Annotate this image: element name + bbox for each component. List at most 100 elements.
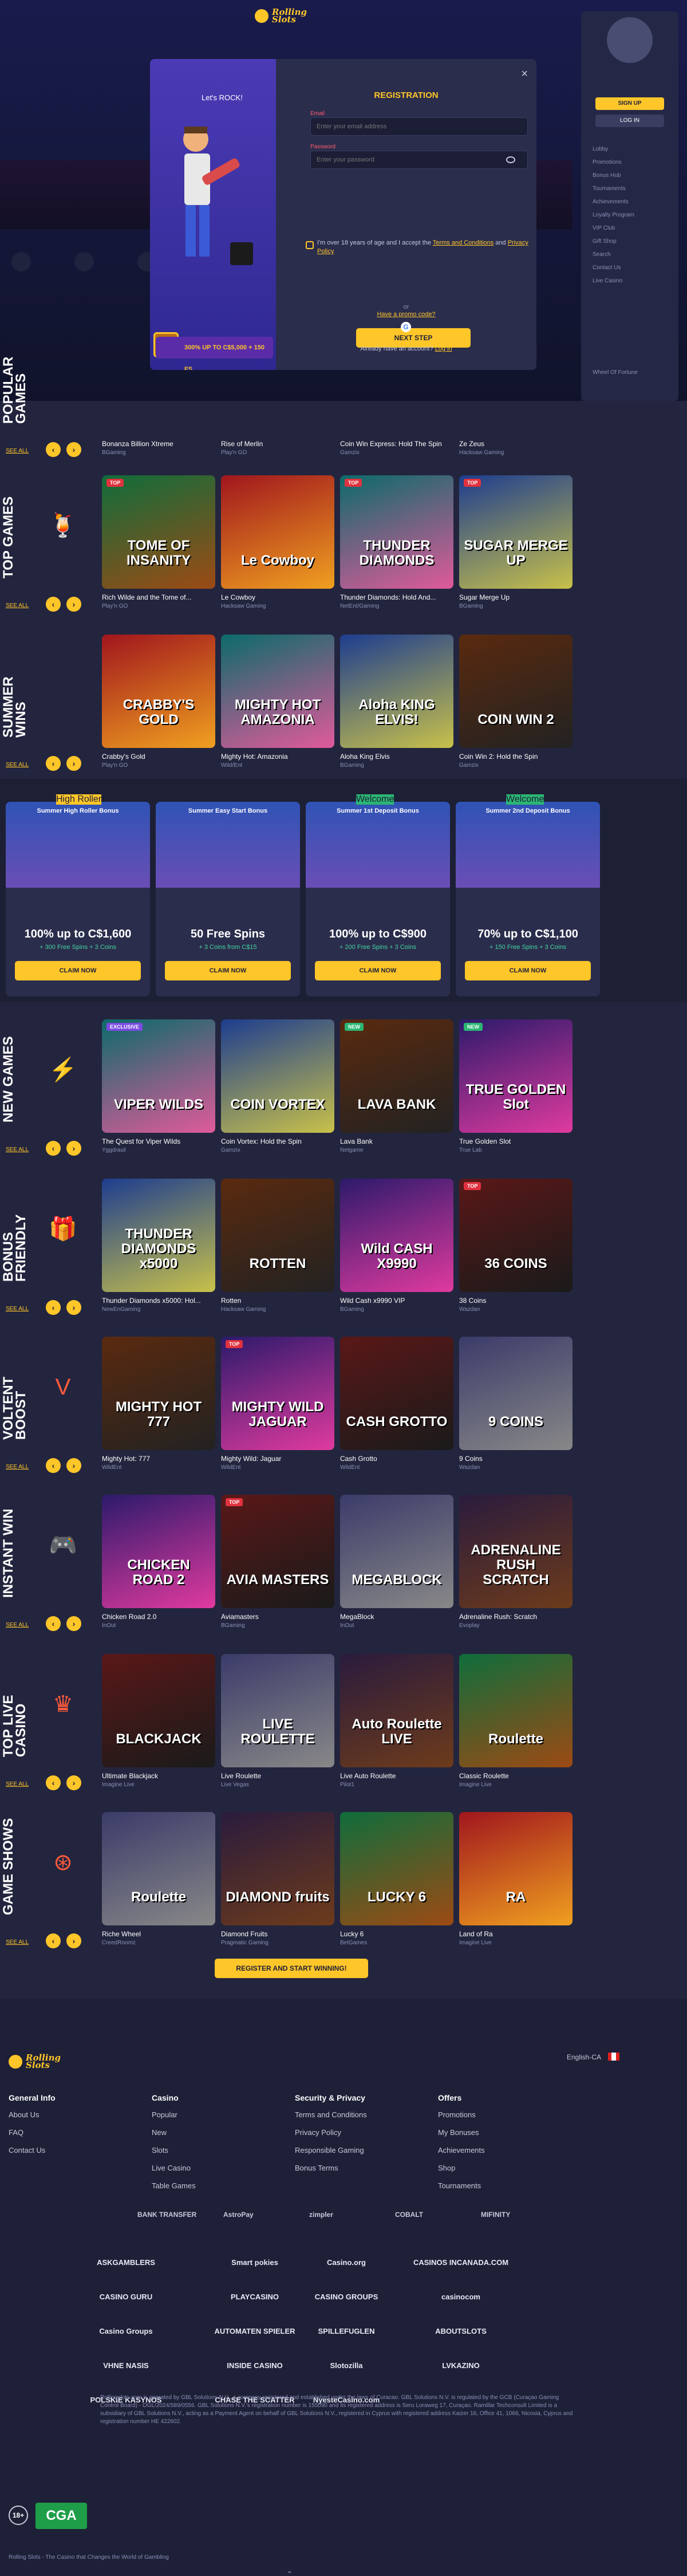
footer-link[interactable]: About Us — [9, 2110, 56, 2119]
password-field[interactable] — [310, 151, 528, 169]
game-card[interactable]: ADRENALINE RUSH SCRATCH Adrenaline Rush: … — [459, 1495, 572, 1629]
prev-arrow-icon[interactable]: ‹ — [46, 1141, 61, 1156]
footer-link[interactable]: Popular — [152, 2110, 196, 2119]
game-thumbnail[interactable]: MIGHTY HOT 777 — [102, 1337, 215, 1450]
footer-link[interactable]: Table Games — [152, 2181, 196, 2190]
register-cta-button[interactable]: REGISTER AND START WINNING! — [215, 1959, 368, 1978]
game-thumbnail[interactable]: CRABBY'S GOLD — [102, 635, 215, 748]
side-menu-item[interactable]: VIP Club — [593, 225, 615, 231]
game-card[interactable]: Aloha KING ELVIS! Aloha King Elvis BGaming — [340, 635, 453, 769]
game-card[interactable]: Le Cowboy Le Cowboy Hacksaw Gaming — [221, 475, 334, 609]
game-card[interactable]: Auto Roulette LIVE Live Auto Roulette Pilo… — [340, 1654, 453, 1788]
next-arrow-icon[interactable]: › — [66, 442, 81, 457]
game-card[interactable]: TRUE GOLDEN Slot NEW True Golden Slot True … — [459, 1019, 572, 1153]
game-card[interactable]: RA Land of Ra Imagine Live — [459, 1812, 572, 1946]
game-card[interactable]: Bonanza Billion Xtreme BGaming — [102, 435, 215, 456]
game-thumbnail[interactable]: LIVE ROULETTE — [221, 1654, 334, 1767]
next-arrow-icon[interactable]: › — [66, 1933, 81, 1948]
footer-link[interactable]: Achievements — [438, 2146, 485, 2154]
game-thumbnail[interactable]: RA — [459, 1812, 572, 1925]
game-thumbnail[interactable]: ROTTEN — [221, 1179, 334, 1292]
prev-arrow-icon[interactable]: ‹ — [46, 1458, 61, 1473]
next-arrow-icon[interactable]: › — [66, 1458, 81, 1473]
game-card[interactable]: LUCKY 6 Lucky 6 BetGames — [340, 1812, 453, 1946]
brand-logo[interactable]: Rolling Slots — [255, 5, 321, 27]
footer-link[interactable]: Privacy Policy — [295, 2128, 367, 2137]
game-thumbnail[interactable]: 9 COINS — [459, 1337, 572, 1450]
game-card[interactable]: Coin Win Express: Hold The Spin Gamzix — [340, 435, 453, 456]
show-password-icon[interactable] — [506, 156, 515, 163]
game-card[interactable]: THUNDER DIAMONDS TOP Thunder Diamonds: Hol… — [340, 475, 453, 609]
footer-logo[interactable]: Rolling Slots — [9, 2050, 74, 2073]
game-card[interactable]: CRABBY'S GOLD Crabby's Gold Play'n GO — [102, 635, 215, 769]
see-all-link[interactable]: SEE ALL — [6, 762, 29, 768]
claim-now-button[interactable]: CLAIM NOW — [465, 961, 591, 980]
game-thumbnail[interactable]: TOME OF INSANITY TOP — [102, 475, 215, 589]
promo-card[interactable]: Summer 1st Deposit Bonus 100% up to C$900… — [306, 802, 450, 996]
game-thumbnail[interactable]: MIGHTY HOT AMAZONIA — [221, 635, 334, 748]
game-thumbnail[interactable]: Auto Roulette LIVE — [340, 1654, 453, 1767]
game-thumbnail[interactable]: Wild CASH X9990 — [340, 1179, 453, 1292]
claim-now-button[interactable]: CLAIM NOW — [15, 961, 141, 980]
side-menu-item[interactable]: Bonus Hub — [593, 172, 621, 179]
next-arrow-icon[interactable]: › — [66, 1775, 81, 1790]
chevron-down-icon[interactable]: ⌄ — [286, 2566, 293, 2575]
see-all-link[interactable]: SEE ALL — [6, 1306, 29, 1312]
game-card[interactable]: AVIA MASTERS TOP Aviamasters BGaming — [221, 1495, 334, 1629]
see-all-link[interactable]: SEE ALL — [6, 1622, 29, 1628]
prev-arrow-icon[interactable]: ‹ — [46, 756, 61, 771]
game-card[interactable]: CASH GROTTO Cash Grotto WildEnt — [340, 1337, 453, 1471]
signup-button[interactable]: SIGN UP — [595, 97, 664, 110]
footer-link[interactable]: Shop — [438, 2164, 485, 2172]
review-partner-logo[interactable]: CASINOS INCANADA.COM — [412, 2251, 510, 2274]
game-card[interactable]: MEGABLOCK MegaBlock InOut — [340, 1495, 453, 1629]
game-thumbnail[interactable]: AVIA MASTERS TOP — [221, 1495, 334, 1608]
footer-link[interactable]: Live Casino — [152, 2164, 196, 2172]
side-menu-item[interactable]: Achievements — [593, 199, 629, 205]
game-thumbnail[interactable]: CHICKEN ROAD 2 — [102, 1495, 215, 1608]
game-card[interactable]: 36 COINS TOP 38 Coins Wazdan — [459, 1179, 572, 1313]
claim-now-button[interactable]: CLAIM NOW — [165, 961, 291, 980]
game-card[interactable]: ROTTEN Rotten Hacksaw Gaming — [221, 1179, 334, 1313]
footer-link[interactable]: Terms and Conditions — [295, 2110, 367, 2119]
see-all-link[interactable]: SEE ALL — [6, 602, 29, 609]
game-thumbnail[interactable]: SUGAR MERGE UP TOP — [459, 475, 572, 589]
see-all-link[interactable]: SEE ALL — [6, 1464, 29, 1470]
prev-arrow-icon[interactable]: ‹ — [46, 1775, 61, 1790]
side-menu-item[interactable]: Promotions — [593, 159, 622, 166]
game-thumbnail[interactable]: BLACKJACK — [102, 1654, 215, 1767]
prev-arrow-icon[interactable]: ‹ — [46, 1300, 61, 1315]
footer-link[interactable]: Tournaments — [438, 2181, 485, 2190]
footer-link[interactable]: Promotions — [438, 2110, 485, 2119]
footer-link[interactable]: Responsible Gaming — [295, 2146, 367, 2154]
game-card[interactable]: Ze Zeus Hacksaw Gaming — [459, 435, 572, 456]
game-card[interactable]: LIVE ROULETTE Live Roulette Live Vegas — [221, 1654, 334, 1788]
footer-link[interactable]: Slots — [152, 2146, 196, 2154]
game-thumbnail[interactable]: Roulette — [459, 1654, 572, 1767]
review-partner-logo[interactable]: AUTOMATEN SPIELER — [206, 2319, 303, 2342]
game-card[interactable]: TOME OF INSANITY TOP Rich Wilde and the To… — [102, 475, 215, 609]
prev-arrow-icon[interactable]: ‹ — [46, 1616, 61, 1631]
game-card[interactable]: MIGHTY HOT 777 Mighty Hot: 777 WildEnt — [102, 1337, 215, 1471]
cga-badge[interactable]: CGA — [35, 2503, 87, 2529]
game-card[interactable]: BLACKJACK Ultimate Blackjack Imagine Live — [102, 1654, 215, 1788]
see-all-link[interactable]: SEE ALL — [6, 448, 29, 454]
game-card[interactable]: THUNDER DIAMONDS x5000 Thunder Diamonds x… — [102, 1179, 215, 1313]
see-all-link[interactable]: SEE ALL — [6, 1939, 29, 1945]
side-menu-item[interactable]: Contact Us — [593, 265, 621, 271]
next-arrow-icon[interactable]: › — [66, 597, 81, 612]
close-icon[interactable]: × — [521, 68, 528, 81]
side-menu-item[interactable]: Live Casino — [593, 278, 622, 284]
footer-link[interactable]: New — [152, 2128, 196, 2137]
promo-card[interactable]: Summer 2nd Deposit Bonus 70% up to C$1,10… — [456, 802, 600, 996]
game-thumbnail[interactable]: 36 COINS TOP — [459, 1179, 572, 1292]
game-card[interactable]: SUGAR MERGE UP TOP Sugar Merge Up BGaming — [459, 475, 572, 609]
game-thumbnail[interactable]: THUNDER DIAMONDS x5000 — [102, 1179, 215, 1292]
see-all-link[interactable]: SEE ALL — [6, 1781, 29, 1787]
game-thumbnail[interactable]: COIN VORTEX — [221, 1019, 334, 1133]
review-partner-logo[interactable]: PLAYCASINO — [206, 2285, 303, 2308]
promo-card[interactable]: Summer High Roller Bonus 100% up to C$1,6… — [6, 802, 150, 996]
language-selector[interactable]: English-CA — [567, 2053, 601, 2061]
game-thumbnail[interactable]: ADRENALINE RUSH SCRATCH — [459, 1495, 572, 1608]
review-partner-logo[interactable]: VHNE NASIS — [77, 2354, 175, 2377]
